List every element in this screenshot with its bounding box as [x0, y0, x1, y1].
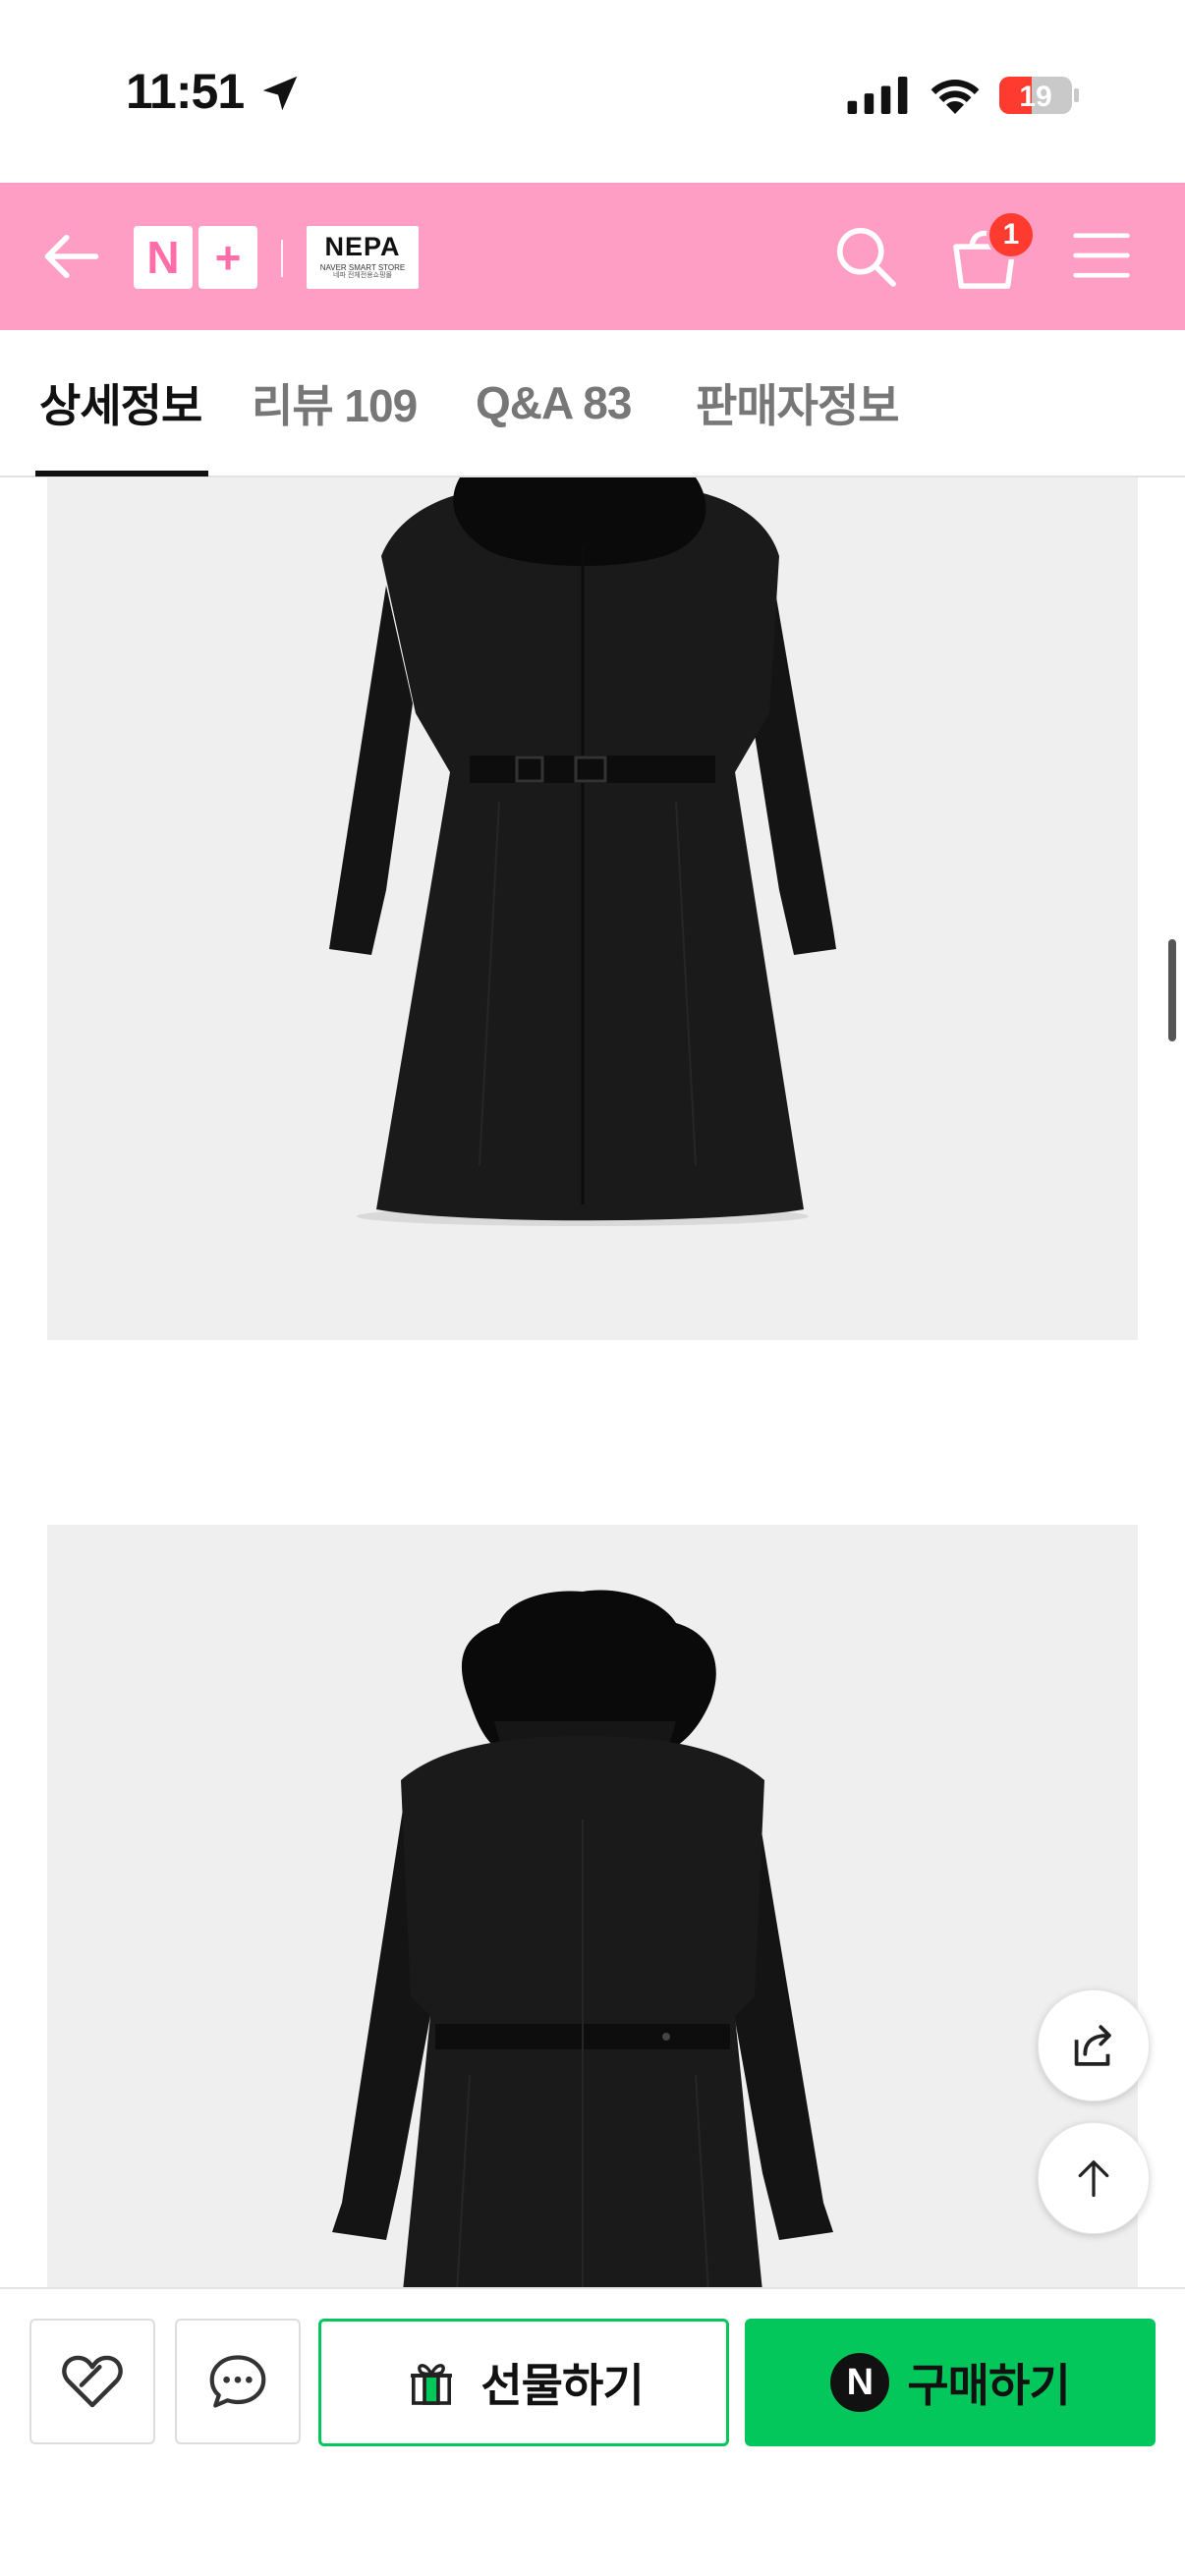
gift-button[interactable]: 선물하기: [318, 2319, 729, 2446]
status-bar: 11:51 19: [0, 0, 1185, 183]
product-image-back: [47, 1525, 1138, 2409]
gift-button-label: 선물하기: [480, 2360, 644, 2411]
cellular-signal-icon: [847, 77, 908, 114]
brand-subtitle-ko: 네파 전체전용쇼핑몰: [333, 272, 392, 279]
tab-qna[interactable]: Q&A 83: [476, 330, 632, 476]
header-divider: [281, 240, 283, 277]
purchase-bar: 선물하기 N 구매하기: [0, 2287, 1185, 2576]
active-tab-indicator: [35, 471, 208, 476]
buy-button[interactable]: N 구매하기: [745, 2319, 1156, 2446]
logo-n: N: [134, 226, 193, 289]
status-time: 11:51: [126, 64, 245, 119]
tab-reviews[interactable]: 리뷰 109: [252, 330, 418, 476]
brand-name: NEPA: [324, 232, 401, 261]
scroll-indicator[interactable]: [1168, 939, 1176, 1041]
cart-count-badge: 1: [987, 210, 1036, 259]
wishlist-button[interactable]: [29, 2319, 155, 2444]
wifi-icon: [931, 80, 980, 114]
store-header: N + NEPA NAVER SMART STORE 네파 전체전용쇼핑몰 1: [0, 183, 1185, 330]
search-icon[interactable]: [831, 222, 900, 291]
naver-plus-logo[interactable]: N +: [134, 226, 259, 289]
brand-logo[interactable]: NEPA NAVER SMART STORE 네파 전체전용쇼핑몰: [307, 226, 419, 289]
gift-icon: [411, 2364, 453, 2405]
share-button[interactable]: [1038, 1989, 1150, 2101]
product-image-front: [47, 477, 1138, 1340]
tab-seller-info[interactable]: 판매자정보: [696, 330, 900, 476]
hamburger-menu-icon[interactable]: [1071, 228, 1132, 283]
arrow-left-icon[interactable]: [37, 222, 106, 291]
buy-button-label: 구매하기: [907, 2360, 1070, 2411]
arrow-up-icon: [1078, 2160, 1109, 2198]
location-arrow-icon: [262, 76, 298, 111]
share-icon: [1074, 2025, 1111, 2066]
battery-level: 19: [1019, 81, 1051, 113]
chat-bubble-icon: [209, 2355, 266, 2408]
talk-button[interactable]: [175, 2319, 301, 2444]
scroll-top-button[interactable]: [1038, 2122, 1150, 2234]
naver-pay-logo: N: [830, 2353, 890, 2412]
logo-plus: +: [198, 226, 257, 289]
brand-subtitle: NAVER SMART STORE: [319, 263, 406, 272]
battery-icon: 19: [999, 77, 1079, 114]
heart-icon: [62, 2355, 123, 2408]
tab-details[interactable]: 상세정보: [39, 330, 202, 476]
detail-tabs: 상세정보 리뷰 109 Q&A 83 판매자정보: [0, 330, 1185, 477]
